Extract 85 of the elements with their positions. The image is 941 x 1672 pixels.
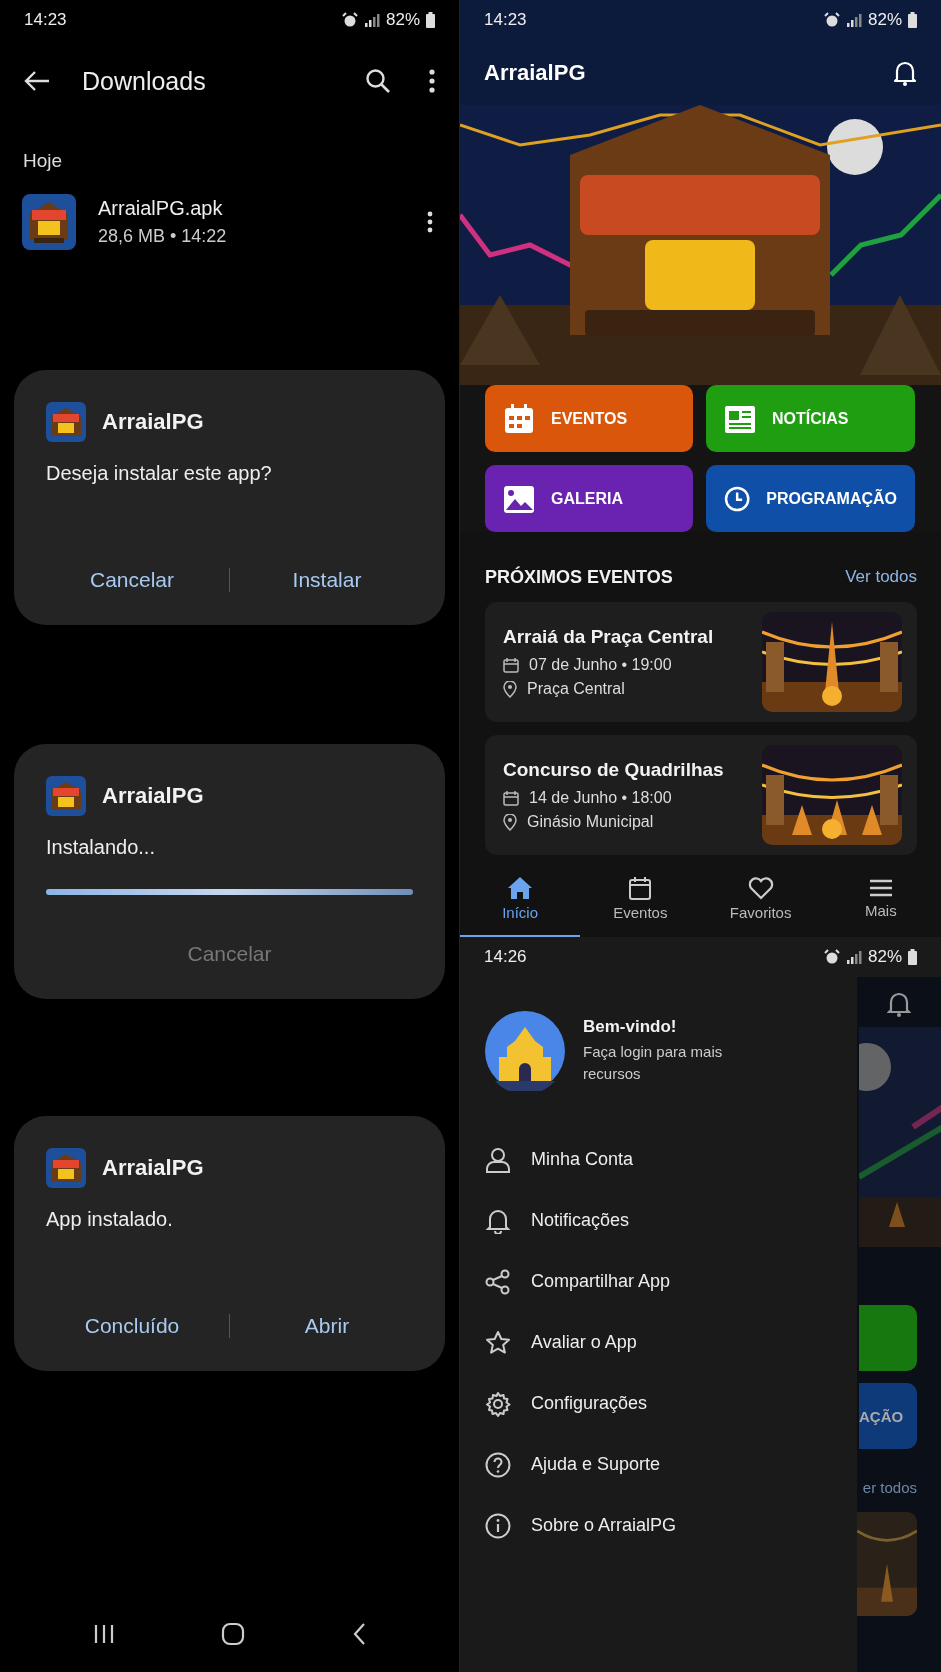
menu-item[interactable]: Notificações <box>485 1190 832 1251</box>
dialog-message: Instalando... <box>46 836 156 859</box>
shortcut-button[interactable]: EVENTOS <box>485 385 693 452</box>
person-icon <box>485 1146 511 1173</box>
signal-icon <box>845 12 862 28</box>
home-button-icon[interactable] <box>221 1622 246 1646</box>
calendar-icon <box>503 402 535 435</box>
app-name: ArraialPG <box>102 409 204 435</box>
status-time: 14:26 <box>484 947 527 967</box>
calendar-icon <box>628 876 653 900</box>
share-icon <box>485 1268 511 1295</box>
bell-icon <box>485 1207 511 1234</box>
event-title: Arraiá da Praça Central <box>503 626 715 648</box>
section-title: PRÓXIMOS EVENTOS <box>485 566 673 588</box>
menu-icon <box>868 878 893 898</box>
menu-item[interactable]: Ajuda e Suporte <box>485 1434 832 1495</box>
event-date: 14 de Junho • 18:00 <box>529 789 672 807</box>
bell-icon <box>887 991 911 1017</box>
battery-icon <box>908 949 917 965</box>
shortcut-button[interactable]: NOTÍCIAS <box>706 385 915 452</box>
dialog-button[interactable]: Cancelar <box>57 560 207 600</box>
more-icon[interactable] <box>429 69 435 93</box>
help-icon <box>485 1451 511 1478</box>
battery-level: 82% <box>867 10 902 30</box>
menu-item[interactable]: Configurações <box>485 1373 832 1434</box>
event-card[interactable]: Arraiá da Praça Central 07 de Junho • 19:00 Praça Central <box>485 602 917 722</box>
alarm-icon <box>823 12 840 28</box>
menu-item[interactable]: Minha Conta <box>485 1129 832 1190</box>
menu-item[interactable]: Compartilhar App <box>485 1251 832 1312</box>
location-pin-icon <box>503 680 517 698</box>
nav-tab[interactable]: Eventos <box>580 862 701 937</box>
menu-item[interactable]: Sobre o ArraialPG <box>485 1495 832 1556</box>
battery-icon <box>426 12 435 28</box>
file-name: ArraialPG.apk <box>98 197 224 220</box>
dialog-button[interactable]: Concluído <box>57 1306 207 1346</box>
screen-title: Downloads <box>82 66 206 96</box>
dialog-button[interactable]: Abrir <box>252 1306 402 1346</box>
section-label: Hoje <box>22 150 64 172</box>
see-all-link[interactable]: Ver todos <box>845 567 917 587</box>
app-icon <box>46 402 86 442</box>
event-date: 07 de Junho • 19:00 <box>529 656 672 674</box>
status-time: 14:23 <box>24 10 67 30</box>
signal-icon <box>363 12 380 28</box>
heart-icon <box>747 876 774 900</box>
login-prompt: Faça login para mais recursos <box>583 1042 724 1084</box>
app-icon[interactable] <box>22 194 76 250</box>
alarm-icon <box>341 12 358 28</box>
home-icon <box>507 876 534 900</box>
nav-tab[interactable]: Mais <box>820 862 941 937</box>
file-details: 28,6 MB • 14:22 <box>98 226 227 247</box>
nav-tab[interactable]: Favoritos <box>700 862 821 937</box>
battery-icon <box>908 12 917 28</box>
signal-icon <box>845 949 862 965</box>
back-icon[interactable] <box>24 70 50 92</box>
dialog-message: Deseja instalar este app? <box>46 462 273 485</box>
menu-item[interactable]: Avaliar o App <box>485 1312 832 1373</box>
alarm-icon <box>823 949 840 965</box>
shortcut-button[interactable]: GALERIA <box>485 465 693 532</box>
battery-level: 82% <box>385 10 420 30</box>
settings-icon <box>485 1390 511 1417</box>
event-card[interactable]: Concurso de Quadrilhas 14 de Junho • 18:00 Ginásio Municipal <box>485 735 917 855</box>
star-icon <box>485 1329 511 1356</box>
event-location: Ginásio Municipal <box>527 813 654 831</box>
more-icon[interactable] <box>427 211 433 233</box>
info-icon <box>485 1512 511 1539</box>
app-title: ArraialPG <box>484 59 586 86</box>
back-icon[interactable] <box>351 1622 366 1646</box>
event-title: Concurso de Quadrilhas <box>503 759 725 781</box>
app-name: ArraialPG <box>102 783 204 809</box>
bell-icon[interactable] <box>893 59 917 86</box>
dialog-button[interactable]: Instalar <box>252 560 402 600</box>
status-time: 14:23 <box>484 10 527 30</box>
app-name: ArraialPG <box>102 1155 204 1181</box>
shortcut-button[interactable]: PROGRAMAÇÃO <box>706 465 915 532</box>
app-icon <box>46 1148 86 1188</box>
dialog-message: App instalado. <box>46 1208 174 1231</box>
search-icon[interactable] <box>365 68 391 94</box>
app-icon <box>46 776 86 816</box>
welcome-title: Bem-vindo! <box>583 1017 678 1038</box>
calendar-icon <box>503 790 519 806</box>
event-location: Praça Central <box>527 680 625 698</box>
recent-apps-icon[interactable] <box>93 1624 116 1644</box>
location-pin-icon <box>503 813 517 831</box>
battery-level: 82% <box>867 947 902 967</box>
calendar-icon <box>503 657 519 673</box>
